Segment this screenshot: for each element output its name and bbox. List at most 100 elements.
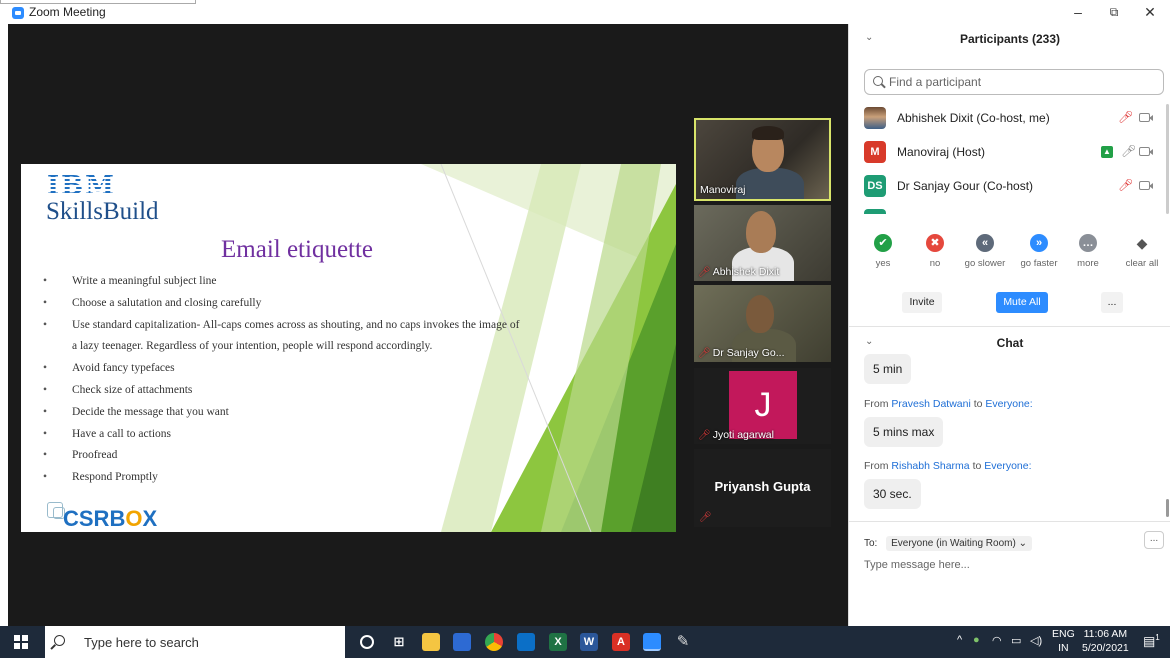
mic-muted-icon: 🎤︎ [698, 348, 711, 359]
mute-all-button[interactable]: Mute All [996, 292, 1048, 313]
rewind-icon: « [976, 234, 994, 252]
search-icon [873, 76, 883, 86]
avatar [864, 209, 886, 214]
chat-message-input[interactable]: Type message here... [864, 559, 970, 571]
language-indicator[interactable]: ENG IN [1052, 627, 1075, 655]
bullet-item: Write a meaningful subject line [43, 271, 563, 293]
avatar: DS [864, 175, 886, 197]
video-tile-manoviraj[interactable]: Manoviraj [694, 118, 831, 201]
slide-title: Email etiquette [221, 236, 374, 263]
more-icon: … [1079, 234, 1097, 252]
fast-forward-icon: » [1030, 234, 1048, 252]
paint-icon[interactable]: ✎ [674, 633, 692, 651]
video-tile-jyoti-agarwal[interactable]: J 🎤︎ Jyoti agarwal [694, 368, 831, 444]
minimize-button[interactable]: – [1064, 2, 1092, 22]
video-tile-dr-sanjay[interactable]: 🎤︎ Dr Sanjay Go... [694, 285, 831, 362]
participant-face [746, 295, 774, 333]
network-status-icon[interactable]: ● [973, 634, 980, 646]
task-view-icon[interactable]: ⊞ [390, 633, 408, 651]
bullet-item: Avoid fancy typefaces [43, 358, 563, 380]
mail-icon[interactable] [517, 633, 535, 651]
video-tile-name: 🎤︎ Dr Sanjay Go... [698, 347, 785, 359]
more-options-button[interactable]: ... [1101, 292, 1123, 313]
cortana-icon[interactable] [360, 635, 374, 649]
bullet-item: Check size of attachments [43, 380, 563, 402]
video-tile-name: Priyansh Gupta [714, 479, 811, 494]
chat-message: 30 sec. [864, 479, 921, 509]
notifications-icon[interactable]: ▤1 [1143, 633, 1160, 649]
participants-title: Participants (233) [959, 32, 1061, 46]
chat-recipient-row: To: Everyone (in Waiting Room) ⌄ [864, 536, 1032, 551]
participant-row[interactable]: M Manoviraj (Host) ▲ 🎤︎ [849, 138, 1165, 168]
invite-button[interactable]: Invite [902, 292, 942, 313]
chat-recipient-select[interactable]: Everyone (in Waiting Room) ⌄ [886, 536, 1032, 551]
go-slower-reaction-button[interactable]: « go slower [960, 234, 1010, 269]
participants-header: ⌄ Participants (233) [849, 32, 1170, 52]
windows-start-icon[interactable] [14, 635, 28, 649]
camera-icon[interactable] [1139, 113, 1153, 122]
camera-icon[interactable] [1139, 147, 1153, 156]
yes-reaction-button[interactable]: ✔ yes [858, 234, 908, 269]
nonverbal-feedback-bar: ✔ yes ✖ no « go slower » go faster … mor… [849, 234, 1170, 284]
mic-muted-icon: 🎤︎ [698, 430, 711, 441]
clear-all-button[interactable]: ◆ clear all [1117, 234, 1167, 269]
participant-list-scrollbar[interactable] [1166, 104, 1169, 214]
volume-icon[interactable]: ◁) [1030, 634, 1042, 647]
participant-hair [752, 126, 784, 140]
bullet-item: Have a call to actions [43, 424, 563, 446]
zoom-meeting-screen: Zoom Meeting – ⧉ ✕ IBM SkillsBuild Email… [0, 0, 1170, 658]
bullet-item: Decide the message that you want [43, 402, 563, 424]
no-reaction-button[interactable]: ✖ no [910, 234, 960, 269]
ibm-logo: IBM [47, 171, 116, 201]
chat-more-button[interactable]: ... [1144, 531, 1164, 549]
avatar: M [864, 141, 886, 163]
restore-button[interactable]: ⧉ [1100, 2, 1128, 22]
participant-search-input[interactable]: Find a participant [864, 69, 1164, 95]
system-clock[interactable]: 11:06 AM 5/20/2021 [1082, 627, 1129, 655]
chat-title: Chat [996, 336, 1024, 350]
shared-slide: IBM SkillsBuild Email etiquette Write a … [21, 164, 676, 532]
store-icon[interactable] [453, 633, 471, 651]
mic-muted-icon[interactable]: 🎤︎ [1118, 110, 1133, 124]
x-icon: ✖ [926, 234, 944, 252]
participant-video [736, 168, 804, 199]
chat-message-sender: From Rishabh Sharma to Everyone: [864, 460, 1032, 472]
zoom-app-icon [12, 7, 24, 19]
video-tile-name: Manoviraj [700, 184, 746, 196]
windows-taskbar: Type here to search ⊞ X W A ✎ ^ ● ◠ ▭ ◁)… [0, 626, 1170, 658]
show-hidden-icons[interactable]: ^ [957, 634, 962, 646]
taskbar-search-input[interactable]: Type here to search [45, 626, 345, 658]
bullet-continuation: a lazy teenager. Regardless of your inte… [72, 340, 433, 353]
mic-icon[interactable]: 🎤︎ [1121, 144, 1136, 158]
chat-message: 5 min [864, 354, 912, 384]
more-reactions-button[interactable]: … more [1063, 234, 1113, 269]
battery-icon[interactable]: ▭ [1011, 634, 1021, 647]
acrobat-icon[interactable]: A [612, 633, 630, 651]
camera-icon[interactable] [1139, 181, 1153, 190]
zoom-taskbar-icon[interactable] [643, 633, 661, 651]
side-panel: ⌄ Participants (233) Find a participant … [848, 24, 1170, 626]
title-bar: Zoom Meeting – ⧉ ✕ [0, 0, 1170, 24]
excel-icon[interactable]: X [549, 633, 567, 651]
participant-row[interactable]: DS Dr Sanjay Gour (Co-host) 🎤︎ [849, 172, 1165, 202]
word-icon[interactable]: W [580, 633, 598, 651]
video-tile-name: 🎤︎ Jyoti agarwal [698, 429, 774, 441]
mic-muted-icon[interactable]: 🎤︎ [1118, 178, 1133, 192]
close-button[interactable]: ✕ [1136, 2, 1164, 22]
bullet-item: Use standard capitalization- All-caps co… [43, 315, 563, 337]
mic-muted-icon: 🎤︎ [698, 267, 711, 278]
participant-list: Abhishek Dixit (Co-host, me) 🎤︎ M Manovi… [849, 104, 1165, 214]
participant-row[interactable]: Abhishek Dixit (Co-host, me) 🎤︎ [849, 104, 1165, 134]
wifi-icon[interactable]: ◠ [992, 634, 1002, 647]
window-frame-fragment [0, 0, 196, 4]
chrome-icon[interactable] [485, 633, 503, 651]
chat-scrollbar[interactable] [1166, 499, 1169, 517]
skillsbuild-logo: SkillsBuild [46, 198, 159, 225]
video-tile-priyansh-gupta[interactable]: Priyansh Gupta 🎤︎ [694, 449, 831, 527]
participant-row-partial[interactable] [849, 206, 1165, 214]
video-tile-abhishek-dixit[interactable]: 🎤︎ Abhishek Dixit [694, 205, 831, 281]
bullet-item: Choose a salutation and closing carefull… [43, 293, 563, 315]
chat-message: 5 mins max [864, 417, 944, 447]
go-faster-reaction-button[interactable]: » go faster [1014, 234, 1064, 269]
file-explorer-icon[interactable] [422, 633, 440, 651]
